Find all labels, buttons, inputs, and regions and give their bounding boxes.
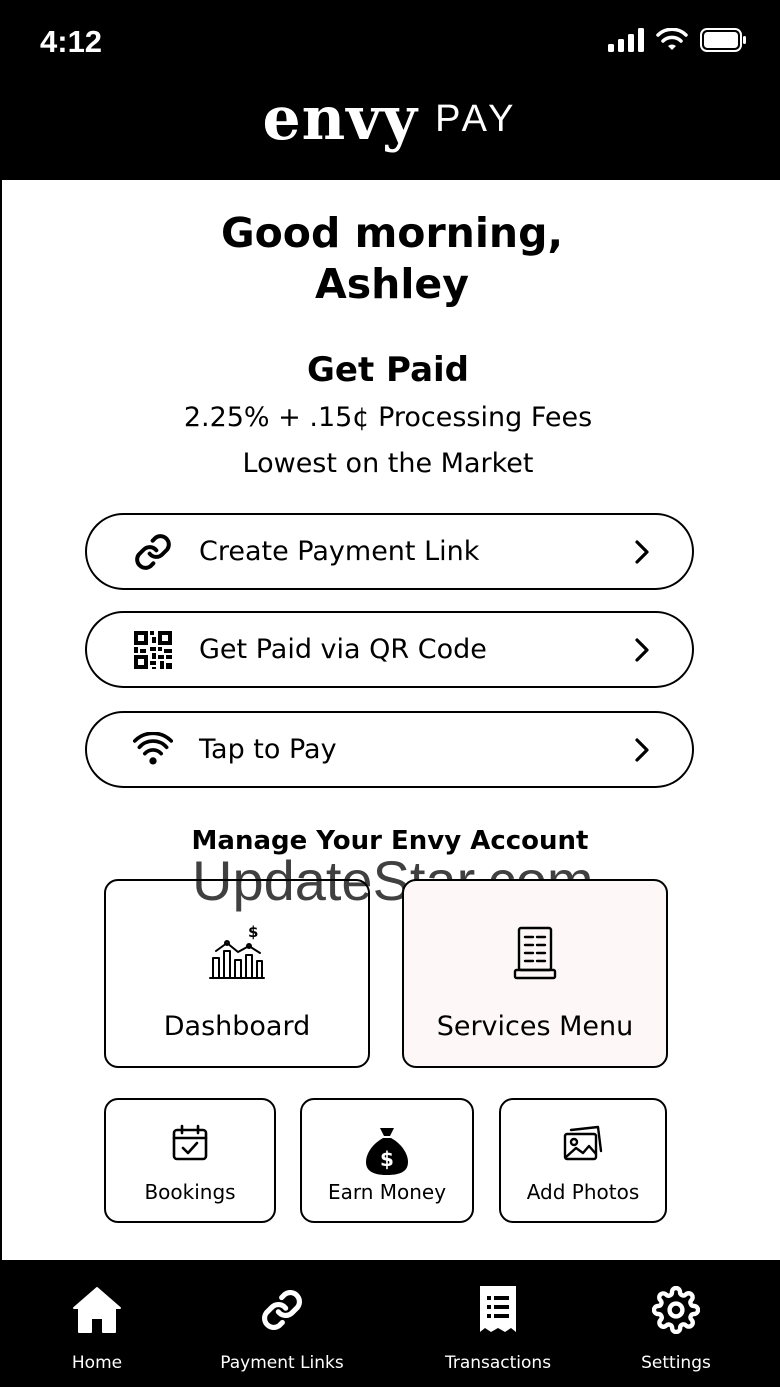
user-name: Ashley — [315, 260, 469, 308]
greeting: Good morning, Ashley — [2, 208, 780, 310]
bookings-card[interactable]: Bookings — [104, 1098, 276, 1223]
qr-code-icon — [133, 630, 173, 670]
qr-code-payment-button[interactable]: Get Paid via QR Code — [85, 611, 694, 688]
gear-icon — [652, 1284, 700, 1336]
status-icons — [608, 28, 746, 52]
add-photos-label: Add Photos — [526, 1180, 640, 1204]
earn-money-card[interactable]: $ Earn Money — [300, 1098, 474, 1223]
cellular-signal-icon — [608, 28, 644, 52]
main-content: Good morning, Ashley Get Paid 2.25% + .1… — [0, 180, 780, 1260]
menu-icon — [404, 925, 666, 981]
add-photos-card[interactable]: Add Photos — [499, 1098, 667, 1223]
services-menu-card[interactable]: Services Menu — [402, 879, 668, 1068]
brand-logo-text: envy — [262, 84, 419, 154]
tab-settings-label: Settings — [641, 1353, 711, 1373]
link-icon — [260, 1284, 304, 1336]
home-icon — [72, 1284, 122, 1336]
receipt-icon — [476, 1284, 520, 1336]
chevron-right-icon — [630, 537, 654, 567]
bottom-tab-bar: Home Payment Links Transactions Settings — [0, 1260, 780, 1387]
earn-money-label: Earn Money — [327, 1180, 447, 1204]
dashboard-label: Dashboard — [163, 1011, 311, 1042]
tab-settings[interactable]: Settings — [626, 1260, 726, 1387]
chart-icon: $ — [106, 925, 368, 981]
create-payment-link-button[interactable]: Create Payment Link — [85, 513, 694, 590]
chevron-right-icon — [630, 735, 654, 765]
tab-home-label: Home — [71, 1353, 123, 1373]
processing-fees: 2.25% + .15¢ Processing Fees — [183, 402, 593, 433]
calendar-icon — [106, 1124, 274, 1162]
status-time: 4:12 — [40, 24, 103, 59]
wifi-status-icon — [656, 28, 688, 50]
create-payment-link-label: Create Payment Link — [199, 536, 480, 567]
tab-transactions-label: Transactions — [444, 1353, 552, 1373]
battery-icon — [700, 28, 746, 52]
app-header: 4:12 envy PAY — [0, 0, 780, 180]
get-paid-title: Get Paid — [307, 350, 469, 390]
bookings-label: Bookings — [144, 1180, 236, 1204]
tap-to-pay-button[interactable]: Tap to Pay — [85, 711, 694, 788]
contactless-icon — [133, 730, 173, 770]
chevron-right-icon — [630, 635, 654, 665]
tab-transactions[interactable]: Transactions — [438, 1260, 558, 1387]
tab-payment-links-label: Payment Links — [220, 1353, 344, 1373]
brand-logo: envy PAY — [0, 84, 780, 154]
tab-home[interactable]: Home — [47, 1260, 147, 1387]
svg-text:$: $ — [248, 925, 258, 941]
brand-product: PAY — [435, 97, 518, 140]
tap-to-pay-label: Tap to Pay — [199, 734, 337, 765]
money-bag-icon: $ — [302, 1124, 472, 1176]
services-menu-label: Services Menu — [436, 1011, 634, 1042]
qr-code-payment-label: Get Paid via QR Code — [199, 634, 487, 665]
dashboard-card[interactable]: $ Dashboard — [104, 879, 370, 1068]
tab-payment-links[interactable]: Payment Links — [212, 1260, 352, 1387]
fees-tagline: Lowest on the Market — [242, 448, 534, 479]
greeting-line: Good morning, — [220, 209, 564, 257]
link-icon — [133, 532, 173, 572]
svg-text:$: $ — [380, 1147, 394, 1171]
manage-account-title: Manage Your Envy Account — [191, 826, 589, 856]
photos-icon — [501, 1124, 665, 1162]
